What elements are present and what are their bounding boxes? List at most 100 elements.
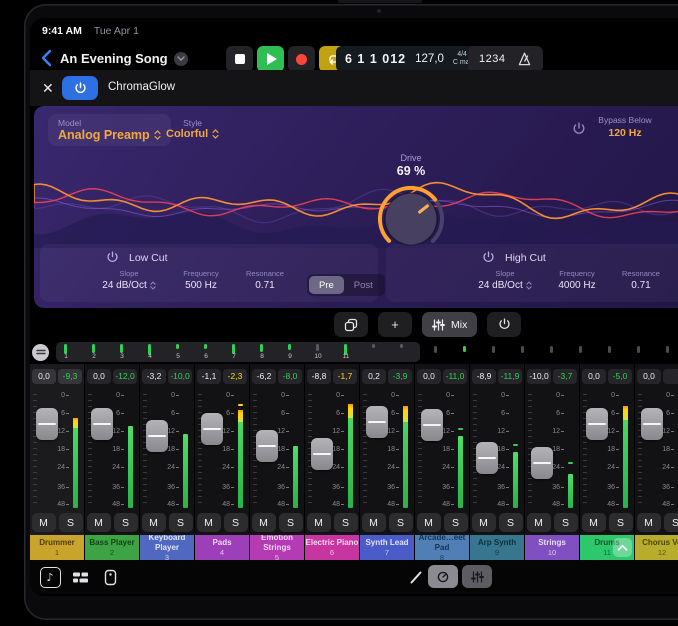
solo-button[interactable]: S bbox=[279, 513, 303, 532]
high-cut-slope[interactable]: Slope 24 dB/Oct bbox=[472, 269, 538, 291]
track-name-label[interactable]: Strings10 bbox=[525, 535, 579, 560]
fader-handle[interactable] bbox=[201, 413, 223, 445]
fader-handle[interactable] bbox=[366, 406, 388, 438]
fader-handle[interactable] bbox=[146, 420, 168, 452]
mute-button[interactable]: M bbox=[472, 513, 496, 532]
peak-value[interactable]: -8,0 bbox=[278, 369, 302, 384]
volume-value[interactable]: 0,2 bbox=[362, 369, 386, 384]
solo-button[interactable]: S bbox=[59, 513, 83, 532]
peak-value[interactable]: -2,3 bbox=[223, 369, 247, 384]
track-name-label[interactable]: Drummer1 bbox=[30, 535, 84, 560]
high-cut-frequency[interactable]: Frequency 4000 Hz bbox=[551, 269, 603, 291]
solo-button[interactable]: S bbox=[169, 513, 193, 532]
low-cut-frequency[interactable]: Frequency 500 Hz bbox=[175, 269, 227, 291]
fader-handle[interactable] bbox=[421, 409, 443, 441]
solo-button[interactable]: S bbox=[444, 513, 468, 532]
volume-value[interactable]: 0,0 bbox=[637, 369, 661, 384]
browser-button[interactable]: ♪ bbox=[38, 565, 62, 589]
low-cut-resonance[interactable]: Resonance 0.71 bbox=[240, 269, 290, 291]
fader-area[interactable]: 061218243648 bbox=[30, 388, 84, 510]
count-in-button[interactable]: 1234 bbox=[479, 53, 505, 65]
edit-pencil-button[interactable] bbox=[404, 565, 428, 589]
track-name-label[interactable]: Arcade…eet Pad8 bbox=[415, 535, 469, 560]
volume-value[interactable]: -8,8 bbox=[307, 369, 331, 384]
volume-value[interactable]: 0,0 bbox=[87, 369, 111, 384]
peak-value[interactable]: -10,0 bbox=[168, 369, 192, 384]
peak-value[interactable]: -11,9 bbox=[498, 369, 522, 384]
solo-button[interactable]: S bbox=[389, 513, 413, 532]
fader-area[interactable]: 061218243648 bbox=[525, 388, 579, 510]
fader-handle[interactable] bbox=[91, 408, 113, 440]
low-cut-power-button[interactable] bbox=[106, 251, 119, 264]
peak-value[interactable]: -12,0 bbox=[113, 369, 137, 384]
mute-button[interactable]: M bbox=[32, 513, 56, 532]
expand-chevron-button[interactable] bbox=[613, 538, 632, 557]
solo-button[interactable]: S bbox=[609, 513, 633, 532]
bypass-below-control[interactable]: Bypass Below 120 Hz bbox=[592, 115, 658, 139]
fader-area[interactable]: 061218243648 bbox=[195, 388, 249, 510]
post-button[interactable]: Post bbox=[344, 276, 383, 294]
fader-area[interactable]: 061218243648 bbox=[470, 388, 524, 510]
peak-value[interactable]: -1,7 bbox=[333, 369, 357, 384]
back-button[interactable] bbox=[40, 49, 54, 67]
bypass-power-button[interactable] bbox=[572, 122, 586, 141]
fader-area[interactable]: 061218243648 bbox=[635, 388, 678, 510]
mute-button[interactable]: M bbox=[307, 513, 331, 532]
volume-value[interactable]: -6,2 bbox=[252, 369, 276, 384]
fader-handle[interactable] bbox=[311, 438, 333, 470]
volume-value[interactable]: -10,0 bbox=[527, 369, 551, 384]
track-name-label[interactable]: Bass Player2 bbox=[85, 535, 139, 560]
solo-button[interactable]: S bbox=[554, 513, 578, 532]
fader-area[interactable]: 061218243648 bbox=[85, 388, 139, 510]
volume-value[interactable]: -8,9 bbox=[472, 369, 496, 384]
fader-handle[interactable] bbox=[641, 408, 663, 440]
mute-button[interactable]: M bbox=[637, 513, 661, 532]
mixer-view-button[interactable] bbox=[462, 565, 492, 588]
mixer-power-button[interactable] bbox=[487, 312, 521, 337]
duplicate-button[interactable] bbox=[334, 312, 368, 337]
peak-value[interactable]: -3,9 bbox=[388, 369, 412, 384]
volume-value[interactable]: -3,2 bbox=[142, 369, 166, 384]
track-name-label[interactable]: Synth Lead7 bbox=[360, 535, 414, 560]
track-name-label[interactable]: Drums11 bbox=[580, 535, 634, 560]
mute-button[interactable]: M bbox=[417, 513, 441, 532]
style-selector[interactable]: Style Colorful bbox=[166, 118, 219, 140]
mute-button[interactable]: M bbox=[362, 513, 386, 532]
mute-button[interactable]: M bbox=[252, 513, 276, 532]
track-name-label[interactable]: Keyboard Player3 bbox=[140, 535, 194, 560]
volume-value[interactable]: -1,1 bbox=[197, 369, 221, 384]
peak-value[interactable]: -11,0 bbox=[443, 369, 467, 384]
record-button[interactable] bbox=[288, 46, 315, 72]
solo-button[interactable]: S bbox=[664, 513, 678, 532]
fader-handle[interactable] bbox=[531, 447, 553, 479]
play-button[interactable] bbox=[257, 46, 284, 72]
fader-area[interactable]: 061218243648 bbox=[580, 388, 634, 510]
close-plugin-button[interactable]: ✕ bbox=[42, 79, 54, 97]
fader-handle[interactable] bbox=[36, 408, 58, 440]
track-name-label[interactable]: Electric Piano6 bbox=[305, 535, 359, 560]
track-name-label[interactable]: Chorus Vo12 bbox=[635, 535, 678, 560]
peak-value[interactable] bbox=[663, 369, 678, 384]
song-title-menu[interactable]: An Evening Song bbox=[60, 51, 188, 66]
fader-area[interactable]: 061218243648 bbox=[140, 388, 194, 510]
level-control[interactable]: Level 0.0 bbox=[664, 115, 678, 139]
plugin-power-button[interactable] bbox=[62, 76, 98, 100]
fader-handle[interactable] bbox=[256, 430, 278, 462]
solo-button[interactable]: S bbox=[114, 513, 138, 532]
play-surface-button[interactable] bbox=[98, 565, 122, 589]
add-track-button[interactable]: + bbox=[378, 312, 412, 337]
low-cut-slope[interactable]: Slope 24 dB/Oct bbox=[96, 269, 162, 291]
track-name-label[interactable]: Emotion Strings5 bbox=[250, 535, 304, 560]
high-cut-resonance[interactable]: Resonance 0.71 bbox=[616, 269, 666, 291]
track-name-label[interactable]: Arp Synth9 bbox=[470, 535, 524, 560]
peak-value[interactable]: -9,3 bbox=[58, 369, 82, 384]
volume-value[interactable]: 0,0 bbox=[582, 369, 606, 384]
mute-button[interactable]: M bbox=[87, 513, 111, 532]
mute-button[interactable]: M bbox=[197, 513, 221, 532]
fader-area[interactable]: 061218243648 bbox=[415, 388, 469, 510]
solo-button[interactable]: S bbox=[499, 513, 523, 532]
fader-area[interactable]: 061218243648 bbox=[305, 388, 359, 510]
mix-mode-button[interactable]: Mix bbox=[422, 312, 477, 337]
fader-area[interactable]: 061218243648 bbox=[250, 388, 304, 510]
solo-button[interactable]: S bbox=[334, 513, 358, 532]
